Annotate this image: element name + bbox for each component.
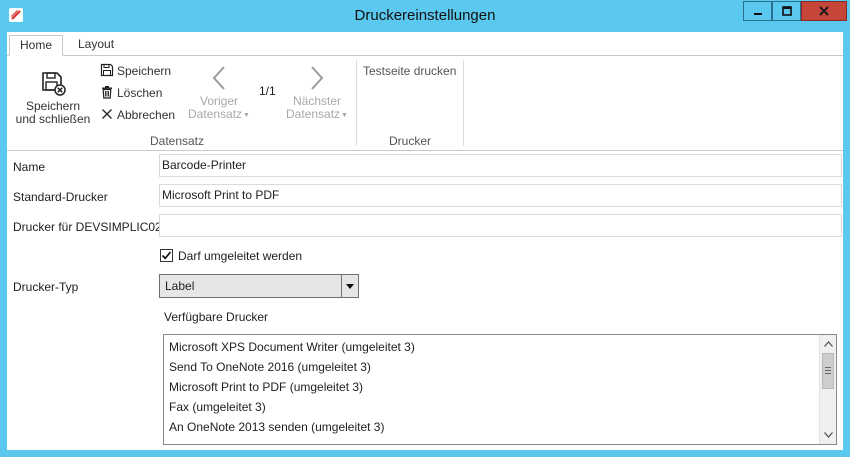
- default-printer-label: Standard-Drucker: [13, 190, 108, 204]
- checkmark-icon: [161, 251, 172, 260]
- tab-layout[interactable]: Layout: [68, 35, 124, 56]
- app-window: Druckereinstellungen Home Layout Speiche…: [0, 0, 850, 457]
- printer-for-label: Drucker für DEVSIMPLIC02: [13, 220, 162, 234]
- save-close-icon: [13, 66, 93, 96]
- scroll-thumb[interactable]: [822, 353, 834, 389]
- trash-icon: [100, 85, 114, 99]
- save-close-label-line2: und schließen: [15, 112, 91, 126]
- cancel-button[interactable]: Abbrechen: [100, 106, 175, 124]
- maximize-button[interactable]: [772, 1, 801, 21]
- close-x-icon: [100, 107, 114, 121]
- previous-record-button[interactable]: Voriger Datensatz▼: [187, 64, 251, 122]
- group-label-drucker: Drucker: [388, 134, 431, 148]
- next-label-line2: Datensatz: [286, 107, 341, 121]
- default-printer-field[interactable]: Microsoft Print to PDF: [159, 184, 842, 207]
- tab-home[interactable]: Home: [9, 35, 64, 56]
- cancel-label: Abbrechen: [117, 108, 176, 122]
- list-item[interactable]: An OneNote 2013 senden (umgeleitet 3): [169, 420, 384, 434]
- printer-type-value: Label: [165, 279, 195, 293]
- dropdown-arrow-icon[interactable]: [341, 275, 358, 297]
- save-button[interactable]: Speichern: [100, 62, 171, 80]
- list-scrollbar[interactable]: [819, 335, 836, 444]
- record-page-indicator: 1/1: [259, 84, 276, 98]
- group-label-datensatz: Datensatz: [149, 134, 205, 148]
- redirect-checkbox-label[interactable]: Darf umgeleitet werden: [178, 249, 302, 263]
- redirect-checkbox[interactable]: [160, 249, 173, 262]
- ribbon: Speichern und schließen Speichern Lösche…: [7, 55, 843, 151]
- ribbon-tabs: Home Layout: [7, 32, 843, 56]
- chevron-right-icon: [282, 64, 352, 92]
- list-item[interactable]: Microsoft XPS Document Writer (umgeleite…: [169, 340, 415, 354]
- print-test-page-button[interactable]: Testseite drucken: [363, 62, 456, 80]
- scroll-down-icon[interactable]: [820, 427, 836, 443]
- list-item[interactable]: Fax (umgeleitet 3): [169, 400, 266, 414]
- group-separator: [463, 60, 464, 146]
- printer-type-dropdown[interactable]: Label: [159, 274, 359, 298]
- minimize-icon: [753, 13, 762, 15]
- list-item[interactable]: Microsoft Print to PDF (umgeleitet 3): [169, 380, 363, 394]
- window-title: Druckereinstellungen: [354, 7, 496, 24]
- maximize-icon: [781, 6, 792, 16]
- name-field[interactable]: Barcode-Printer: [159, 154, 842, 177]
- dropdown-caret-icon: ▼: [341, 112, 348, 119]
- group-separator: [356, 60, 357, 146]
- delete-label: Löschen: [117, 86, 163, 100]
- available-printers-label: Verfügbare Drucker: [164, 310, 269, 324]
- save-label: Speichern: [117, 64, 172, 78]
- title-bar: Druckereinstellungen: [0, 0, 850, 32]
- minimize-button[interactable]: [743, 1, 772, 21]
- available-printers-list[interactable]: Microsoft XPS Document Writer (umgeleite…: [163, 334, 837, 445]
- client-area: Home Layout Speichern und schließen Spei…: [7, 32, 843, 450]
- close-icon: [819, 6, 829, 16]
- name-label: Name: [13, 160, 46, 174]
- list-item[interactable]: Send To OneNote 2016 (umgeleitet 3): [169, 360, 371, 374]
- printer-type-label: Drucker-Typ: [13, 280, 79, 294]
- next-record-button[interactable]: Nächster Datensatz▼: [282, 64, 352, 122]
- previous-label-line2: Datensatz: [188, 107, 243, 121]
- floppy-icon: [100, 63, 114, 77]
- chevron-left-icon: [187, 64, 251, 92]
- printer-for-field[interactable]: [159, 214, 842, 237]
- save-and-close-button[interactable]: Speichern und schließen: [13, 66, 93, 126]
- dropdown-caret-icon: ▼: [243, 112, 250, 119]
- close-button[interactable]: [801, 1, 847, 21]
- scroll-up-icon[interactable]: [820, 336, 836, 352]
- delete-button[interactable]: Löschen: [100, 84, 162, 102]
